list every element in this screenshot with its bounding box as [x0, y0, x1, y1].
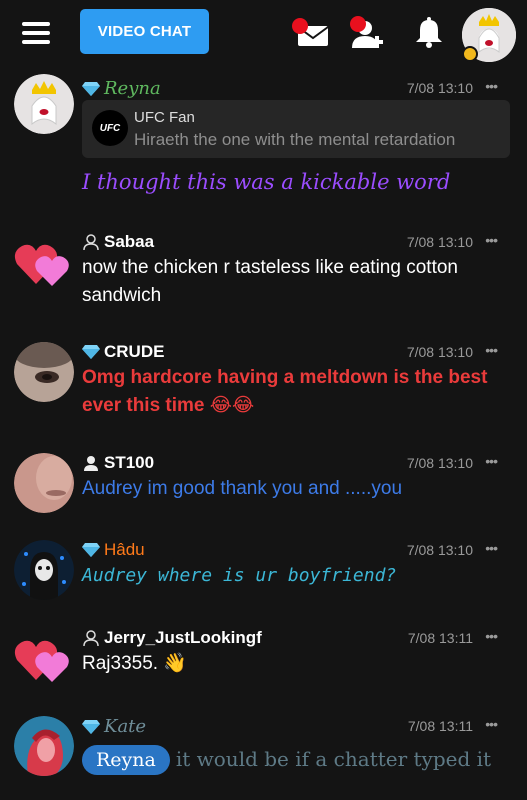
add-user-icon[interactable]	[348, 14, 388, 50]
message-text: Omg hardcore having a meltdown is the be…	[82, 367, 488, 416]
avatar[interactable]	[14, 540, 74, 600]
message-text: Audrey im good thank you and .....you	[82, 478, 403, 499]
avatar[interactable]	[14, 630, 74, 690]
username[interactable]: CRUDE	[104, 342, 164, 362]
username[interactable]: Hâdu	[104, 540, 145, 560]
username[interactable]: ST100	[104, 453, 154, 473]
quoted-message[interactable]: UFC UFC Fan Hiraeth the one with the men…	[82, 100, 510, 158]
diamond-icon	[82, 81, 100, 96]
photo-avatar	[14, 453, 74, 513]
mention-chip[interactable]: Reyna	[82, 745, 170, 775]
timestamp: 7/08 13:10	[406, 234, 473, 250]
avatar[interactable]	[14, 234, 74, 294]
chat-message: Sabaa 7/08 13:10 ••• now the chicken r t…	[0, 232, 527, 312]
top-bar: VIDEO CHAT	[0, 0, 527, 68]
more-options-icon[interactable]: •••	[485, 716, 498, 732]
more-options-icon[interactable]: •••	[485, 342, 498, 358]
username[interactable]: Kate	[104, 716, 146, 737]
chat-message: Kate 7/08 13:11 ••• Reyna it would be if …	[0, 716, 527, 800]
message-text: Reyna it would be if a chatter typed it	[82, 742, 507, 776]
message-text: now the chicken r tasteless like eating …	[82, 257, 458, 306]
mail-icon[interactable]	[290, 14, 330, 50]
photo-avatar	[14, 342, 74, 402]
chat-message: Reyna 7/08 13:10 ••• UFC UFC Fan Hiraeth…	[0, 74, 527, 204]
user-avatar[interactable]	[462, 8, 516, 62]
timestamp: 7/08 13:11	[407, 718, 473, 734]
more-options-icon[interactable]: •••	[485, 232, 498, 248]
video-chat-button[interactable]: VIDEO CHAT	[80, 9, 209, 54]
illustrated-avatar	[14, 716, 74, 776]
quoted-username: UFC Fan	[134, 109, 195, 126]
ufc-avatar: UFC	[92, 110, 128, 146]
hearts-icon	[14, 640, 69, 682]
chat-message: Hâdu 7/08 13:10 ••• Audrey where is ur b…	[0, 540, 527, 600]
more-options-icon[interactable]: •••	[485, 453, 498, 469]
more-options-icon[interactable]: •••	[485, 78, 498, 94]
person-filled-icon	[84, 456, 98, 471]
more-options-icon[interactable]: •••	[485, 628, 498, 644]
person-outline-icon	[83, 630, 99, 646]
timestamp: 7/08 13:10	[406, 344, 473, 360]
avatar[interactable]	[14, 716, 74, 776]
avatar[interactable]	[14, 74, 74, 134]
chat-message: CRUDE 7/08 13:10 ••• Omg hardcore having…	[0, 342, 527, 422]
message-text: Audrey where is ur boyfriend?	[82, 565, 397, 586]
diamond-icon	[82, 719, 100, 734]
avatar[interactable]	[14, 342, 74, 402]
message-text: I thought this was a kickable word	[82, 170, 451, 194]
timestamp: 7/08 13:10	[406, 542, 473, 558]
person-outline-icon	[83, 234, 99, 250]
timestamp: 7/08 13:11	[407, 630, 473, 646]
diamond-icon	[82, 543, 100, 557]
menu-icon[interactable]	[22, 22, 50, 44]
username[interactable]: Sabaa	[104, 232, 154, 252]
username[interactable]: Reyna	[104, 78, 161, 99]
chat-message: ST100 7/08 13:10 ••• Audrey im good than…	[0, 453, 527, 513]
bell-icon[interactable]	[414, 14, 444, 50]
username[interactable]: Jerry_JustLookingf	[104, 628, 262, 648]
avatar[interactable]	[14, 453, 74, 513]
chat-message: Jerry_JustLookingf 7/08 13:11 ••• Raj335…	[0, 628, 527, 688]
timestamp: 7/08 13:10	[406, 455, 473, 471]
more-options-icon[interactable]: •••	[485, 540, 498, 556]
timestamp: 7/08 13:10	[406, 80, 473, 96]
quoted-text: Hiraeth the one with the mental retardat…	[134, 130, 456, 149]
message-body: it would be if a chatter typed it	[175, 747, 492, 771]
masked-avatar	[14, 540, 74, 600]
message-text: Raj3355. 👋	[82, 653, 187, 674]
hearts-icon	[14, 244, 69, 286]
status-badge	[462, 46, 478, 62]
diamond-icon	[82, 345, 100, 359]
